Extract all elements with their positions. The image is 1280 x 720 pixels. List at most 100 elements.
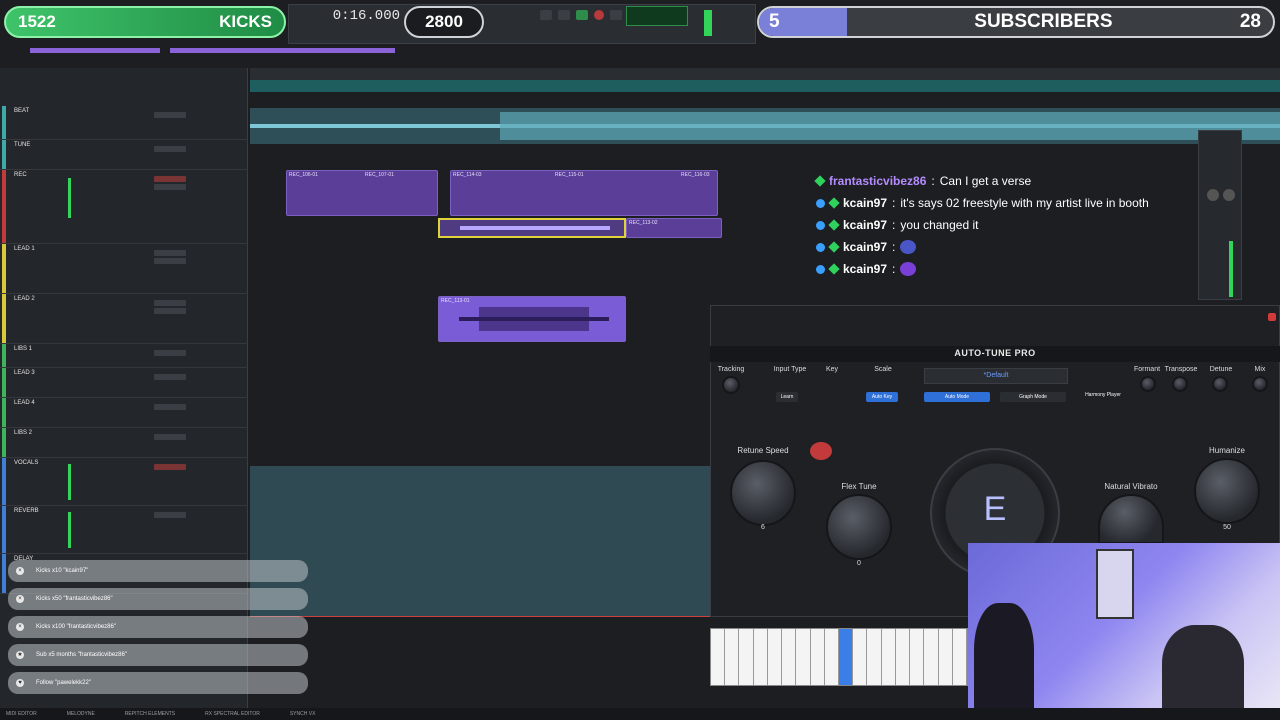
track-row[interactable]: LEAD 4 [0, 398, 248, 428]
kicks-count: 1522 [18, 12, 56, 31]
piano-keyboard[interactable] [710, 628, 968, 686]
insert-slot[interactable] [154, 300, 186, 306]
auto-mode-tab[interactable]: Auto Mode [924, 392, 990, 402]
track-row[interactable]: LIBS 2 [0, 428, 248, 458]
close-icon[interactable]: × [16, 623, 24, 631]
master-fader-strip[interactable] [1198, 130, 1242, 300]
close-icon[interactable]: × [16, 567, 24, 575]
preset-selector[interactable]: *Default [924, 368, 1068, 384]
insert-slot[interactable] [154, 184, 186, 190]
formant-knob[interactable] [1140, 376, 1156, 392]
insert-slot[interactable] [154, 374, 186, 380]
insert-slot[interactable] [154, 350, 186, 356]
insert-slot[interactable] [154, 176, 186, 182]
graph-mode-tab[interactable]: Graph Mode [1000, 392, 1066, 402]
piano-key[interactable] [881, 629, 896, 685]
detune-knob[interactable] [1212, 376, 1228, 392]
insert-slot[interactable] [154, 258, 186, 264]
insert-slot[interactable] [154, 308, 186, 314]
track-row[interactable]: TUNE [0, 140, 248, 170]
close-icon[interactable]: × [16, 595, 24, 603]
track-row[interactable]: VOCALS [0, 458, 248, 506]
insert-slot[interactable] [154, 112, 186, 118]
rewind-button[interactable] [540, 10, 552, 20]
track-row[interactable]: REVERB [0, 506, 248, 554]
flex-tune-knob[interactable] [826, 494, 892, 560]
insert-slot[interactable] [154, 404, 186, 410]
close-icon[interactable] [1268, 313, 1276, 321]
audio-clip[interactable]: REC_113-02 [626, 218, 722, 238]
piano-key[interactable] [810, 629, 825, 685]
insert-slot[interactable] [154, 250, 186, 256]
piano-key[interactable] [924, 629, 939, 685]
selected-clip[interactable] [438, 218, 626, 238]
clip-name: REC_114-03 [453, 172, 482, 178]
chat-badge-icon [828, 263, 840, 275]
insert-slot[interactable] [154, 434, 186, 440]
track-divider [250, 616, 710, 617]
formant-label: Formant [1133, 366, 1161, 373]
retune-speed-knob[interactable] [730, 460, 796, 526]
piano-key[interactable] [910, 629, 925, 685]
audio-clip[interactable]: REC_113-01 [438, 296, 626, 342]
loop-button[interactable] [610, 10, 622, 20]
humanize-knob[interactable] [1194, 458, 1260, 524]
piano-key[interactable] [838, 629, 854, 685]
piano-key[interactable] [895, 629, 911, 685]
record-button[interactable] [594, 10, 604, 20]
track-color [2, 140, 6, 169]
harmony-player-toggle[interactable]: Harmony Player [1078, 390, 1128, 400]
beat-waveform[interactable] [250, 108, 1280, 144]
stream-alert: ★ Sub x5 months "frantasticvibez86" [8, 644, 308, 666]
insert-slot[interactable] [154, 464, 186, 470]
transpose-knob[interactable] [1172, 376, 1188, 392]
pan-knob[interactable] [1207, 189, 1219, 201]
piano-key[interactable] [796, 629, 811, 685]
stream-alert: × Kicks x10 "kcain97" [8, 560, 308, 582]
audio-clip[interactable]: REC_106-01 REC_107-01 [286, 170, 438, 216]
subscribers-count-right: 28 [1239, 11, 1261, 32]
tab-repitch[interactable]: REPITCH ELEMENTS [125, 711, 175, 717]
chat-overlay: frantasticvibez86 : Can I get a verse kc… [814, 170, 1176, 280]
track-row[interactable]: REC [0, 170, 248, 244]
chat-badge-icon [828, 219, 840, 231]
track-row[interactable]: LEAD 1 [0, 244, 248, 294]
track-name: LEAD 1 [14, 246, 35, 252]
kicks-label: KICKS [219, 12, 272, 31]
track-row[interactable]: LEAD 2 [0, 294, 248, 344]
piano-key[interactable] [938, 629, 953, 685]
tab-synchro[interactable]: SYNCH VX [290, 711, 316, 717]
piano-key[interactable] [725, 629, 740, 685]
piano-key[interactable] [753, 629, 768, 685]
tab-midi-editor[interactable]: MIDI EDITOR [6, 711, 37, 717]
insert-slot[interactable] [154, 512, 186, 518]
chat-badge-icon [816, 198, 825, 208]
tempo-ruler[interactable] [250, 80, 1280, 92]
piano-key[interactable] [867, 629, 882, 685]
insert-slot[interactable] [154, 146, 186, 152]
track-row[interactable]: BEAT [0, 106, 248, 140]
learn-button[interactable]: Learn [776, 392, 798, 402]
track-color [2, 344, 6, 367]
pan-knob[interactable] [1223, 189, 1235, 201]
tracking-knob[interactable] [722, 376, 740, 394]
track-row[interactable]: LIBS 1 [0, 344, 248, 368]
play-button[interactable] [576, 10, 588, 20]
piano-key[interactable] [782, 629, 797, 685]
tab-rx-spectral[interactable]: RX SPECTRAL EDITOR [205, 711, 260, 717]
chat-message: kcain97 : you changed it [816, 214, 1176, 236]
tab-melodyne[interactable]: MELODYNE [67, 711, 95, 717]
chat-text: Can I get a verse [939, 174, 1032, 188]
piano-key[interactable] [952, 629, 967, 685]
piano-key[interactable] [824, 629, 839, 685]
stop-button[interactable] [558, 10, 570, 20]
piano-key[interactable] [711, 629, 726, 685]
track-row[interactable]: LEAD 3 [0, 368, 248, 398]
piano-key[interactable] [739, 629, 754, 685]
auto-key-button[interactable]: Auto Key [866, 392, 898, 402]
track-color [2, 554, 6, 593]
piano-key[interactable] [853, 629, 868, 685]
mix-knob[interactable] [1252, 376, 1268, 392]
piano-key[interactable] [767, 629, 783, 685]
audio-clip[interactable]: REC_114-03 REC_115-01 REC_116-03 [450, 170, 718, 216]
